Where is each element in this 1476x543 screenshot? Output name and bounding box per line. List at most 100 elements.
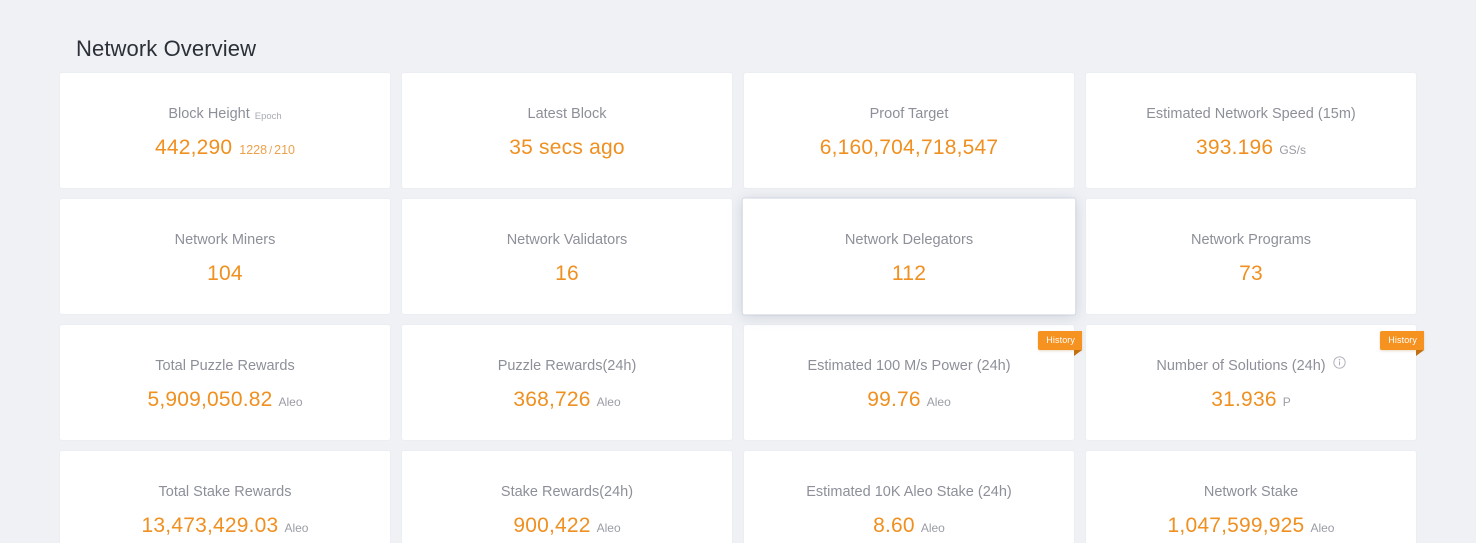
stat-card-unit: Aleo xyxy=(921,521,945,535)
stat-card-label-text: Total Stake Rewards xyxy=(159,482,292,502)
stat-card[interactable]: HistoryEstimated 100 M/s Power (24h)99.7… xyxy=(744,325,1074,440)
stat-card-label-text: Puzzle Rewards(24h) xyxy=(498,356,637,376)
stat-card-sub-value-current: 1228 xyxy=(239,143,267,157)
stat-card-value: 442,290 xyxy=(155,135,232,161)
stat-card-label-text: Network Delegators xyxy=(845,230,973,250)
stat-card-label: Estimated Network Speed (15m) xyxy=(1146,104,1356,124)
stat-card[interactable]: Block Height Epoch 442,290 1228/210 xyxy=(60,73,390,188)
stat-card-label: Network Validators xyxy=(507,230,628,250)
stat-card-label-text: Total Puzzle Rewards xyxy=(155,356,294,376)
stat-card-sub-value-separator: / xyxy=(269,145,272,157)
stat-card-label: Estimated 10K Aleo Stake (24h) xyxy=(806,482,1012,502)
stat-card-value: 13,473,429.03 xyxy=(142,513,279,539)
stat-card-label: Proof Target xyxy=(870,104,949,124)
stat-card-label-text: Estimated Network Speed (15m) xyxy=(1146,104,1356,124)
stat-card-value-row: 393.196 GS/s xyxy=(1196,135,1306,161)
stat-card[interactable]: HistoryNumber of Solutions (24h)31.936P xyxy=(1086,325,1416,440)
stat-card-label-suffix: Epoch xyxy=(255,107,282,127)
stat-card-label: Network Delegators xyxy=(845,230,973,250)
stat-card-value: 99.76 xyxy=(867,387,921,413)
stat-card[interactable]: Stake Rewards(24h) 900,422 Aleo xyxy=(402,451,732,543)
stat-card-value-row: 104 xyxy=(207,261,243,287)
stat-card-grid: Block Height Epoch 442,290 1228/210 Latest B… xyxy=(60,73,1416,543)
history-badge[interactable]: History xyxy=(1038,331,1082,350)
stat-card-sub-value: 1228/210 xyxy=(239,143,295,157)
stat-card-label-text: Estimated 100 M/s Power (24h) xyxy=(807,356,1010,376)
stat-card-value-row: 31.936 P xyxy=(1211,387,1290,413)
stat-card[interactable]: Estimated Network Speed (15m) 393.196 GS/s xyxy=(1086,73,1416,188)
stat-card-unit: Aleo xyxy=(927,395,951,409)
stat-card-label: Block Height Epoch xyxy=(168,104,281,124)
stat-card-label-text: Network Validators xyxy=(507,230,628,250)
stat-card-value-row: 99.76 Aleo xyxy=(867,387,951,413)
stat-card-unit: Aleo xyxy=(284,521,308,535)
stat-card-value: 8.60 xyxy=(873,513,915,539)
stat-card-label: Network Stake xyxy=(1204,482,1298,502)
stat-card-value-row: 16 xyxy=(555,261,579,287)
stat-card-value: 73 xyxy=(1239,261,1263,287)
stat-card-value-row: 442,290 1228/210 xyxy=(155,135,295,161)
stat-card-value: 104 xyxy=(207,261,243,287)
stat-card-value-row: 900,422 Aleo xyxy=(513,513,620,539)
stat-card-label-text: Block Height xyxy=(168,104,249,124)
stat-card-label: Puzzle Rewards(24h) xyxy=(498,356,637,376)
info-circle-icon[interactable] xyxy=(1333,356,1346,369)
stat-card-value: 16 xyxy=(555,261,579,287)
stat-card[interactable]: Network Delegators 112 xyxy=(743,199,1076,315)
history-badge[interactable]: History xyxy=(1380,331,1424,350)
stat-card[interactable]: Network Stake 1,047,599,925 Aleo xyxy=(1086,451,1416,543)
stat-card-sub-value-total: 210 xyxy=(274,143,295,157)
stat-card[interactable]: Total Puzzle Rewards 5,909,050.82 Aleo xyxy=(60,325,390,440)
stat-card[interactable]: Puzzle Rewards(24h) 368,726 Aleo xyxy=(402,325,732,440)
stat-card-value-row: 5,909,050.82 Aleo xyxy=(147,387,302,413)
stat-card-value-row: 368,726 Aleo xyxy=(513,387,620,413)
stat-card-value-row: 35 secs ago xyxy=(509,135,624,161)
stat-card-value: 368,726 xyxy=(513,387,590,413)
stat-card-unit: Aleo xyxy=(597,521,621,535)
network-overview-page: Network Overview Block Height Epoch 442,29… xyxy=(0,0,1476,543)
stat-card-value: 900,422 xyxy=(513,513,590,539)
stat-card-value-row: 13,473,429.03 Aleo xyxy=(142,513,309,539)
stat-card-value: 1,047,599,925 xyxy=(1168,513,1305,539)
stat-card[interactable]: Proof Target 6,160,704,718,547 xyxy=(744,73,1074,188)
stat-card-label: Total Puzzle Rewards xyxy=(155,356,294,376)
stat-card-label: Latest Block xyxy=(528,104,607,124)
stat-card-value: 35 secs ago xyxy=(509,135,624,161)
stat-card-label-text: Estimated 10K Aleo Stake (24h) xyxy=(806,482,1012,502)
stat-card-value-row: 112 xyxy=(892,261,926,287)
stat-card-value-row: 8.60 Aleo xyxy=(873,513,945,539)
stat-card-unit: GS/s xyxy=(1279,143,1306,157)
stat-card[interactable]: Total Stake Rewards 13,473,429.03 Aleo xyxy=(60,451,390,543)
stat-card-label-text: Network Stake xyxy=(1204,482,1298,502)
stat-card-unit: Aleo xyxy=(1310,521,1334,535)
stat-card-unit: P xyxy=(1283,395,1291,409)
stat-card-label: Network Miners xyxy=(175,230,276,250)
page-title: Network Overview xyxy=(60,0,1416,65)
stat-card[interactable]: Network Programs 73 xyxy=(1086,199,1416,314)
stat-card-label-text: Network Programs xyxy=(1191,230,1311,250)
stat-card-value: 5,909,050.82 xyxy=(147,387,272,413)
stat-card-value: 112 xyxy=(892,261,926,287)
stat-card[interactable]: Estimated 10K Aleo Stake (24h) 8.60 Aleo xyxy=(744,451,1074,543)
stat-card-value-row: 1,047,599,925 Aleo xyxy=(1168,513,1335,539)
stat-card[interactable]: Latest Block 35 secs ago xyxy=(402,73,732,188)
stat-card-label: Network Programs xyxy=(1191,230,1311,250)
stat-card-value: 6,160,704,718,547 xyxy=(820,135,999,161)
stat-card-label: Estimated 100 M/s Power (24h) xyxy=(807,356,1010,376)
stat-card-value: 31.936 xyxy=(1211,387,1276,413)
stat-card-unit: Aleo xyxy=(597,395,621,409)
stat-card-label-text: Stake Rewards(24h) xyxy=(501,482,633,502)
stat-card-label-text: Network Miners xyxy=(175,230,276,250)
stat-card-label: Number of Solutions (24h) xyxy=(1156,356,1345,376)
stat-card-unit: Aleo xyxy=(279,395,303,409)
stat-card-label-text: Number of Solutions (24h) xyxy=(1156,356,1325,376)
stat-card-value-row: 73 xyxy=(1239,261,1263,287)
stat-card-label-text: Proof Target xyxy=(870,104,949,124)
stat-card[interactable]: Network Miners 104 xyxy=(60,199,390,314)
stat-card-value-row: 6,160,704,718,547 xyxy=(820,135,999,161)
stat-card-label: Stake Rewards(24h) xyxy=(501,482,633,502)
stat-card-label: Total Stake Rewards xyxy=(159,482,292,502)
stat-card[interactable]: Network Validators 16 xyxy=(402,199,732,314)
stat-card-value: 393.196 xyxy=(1196,135,1273,161)
stat-card-label-text: Latest Block xyxy=(528,104,607,124)
